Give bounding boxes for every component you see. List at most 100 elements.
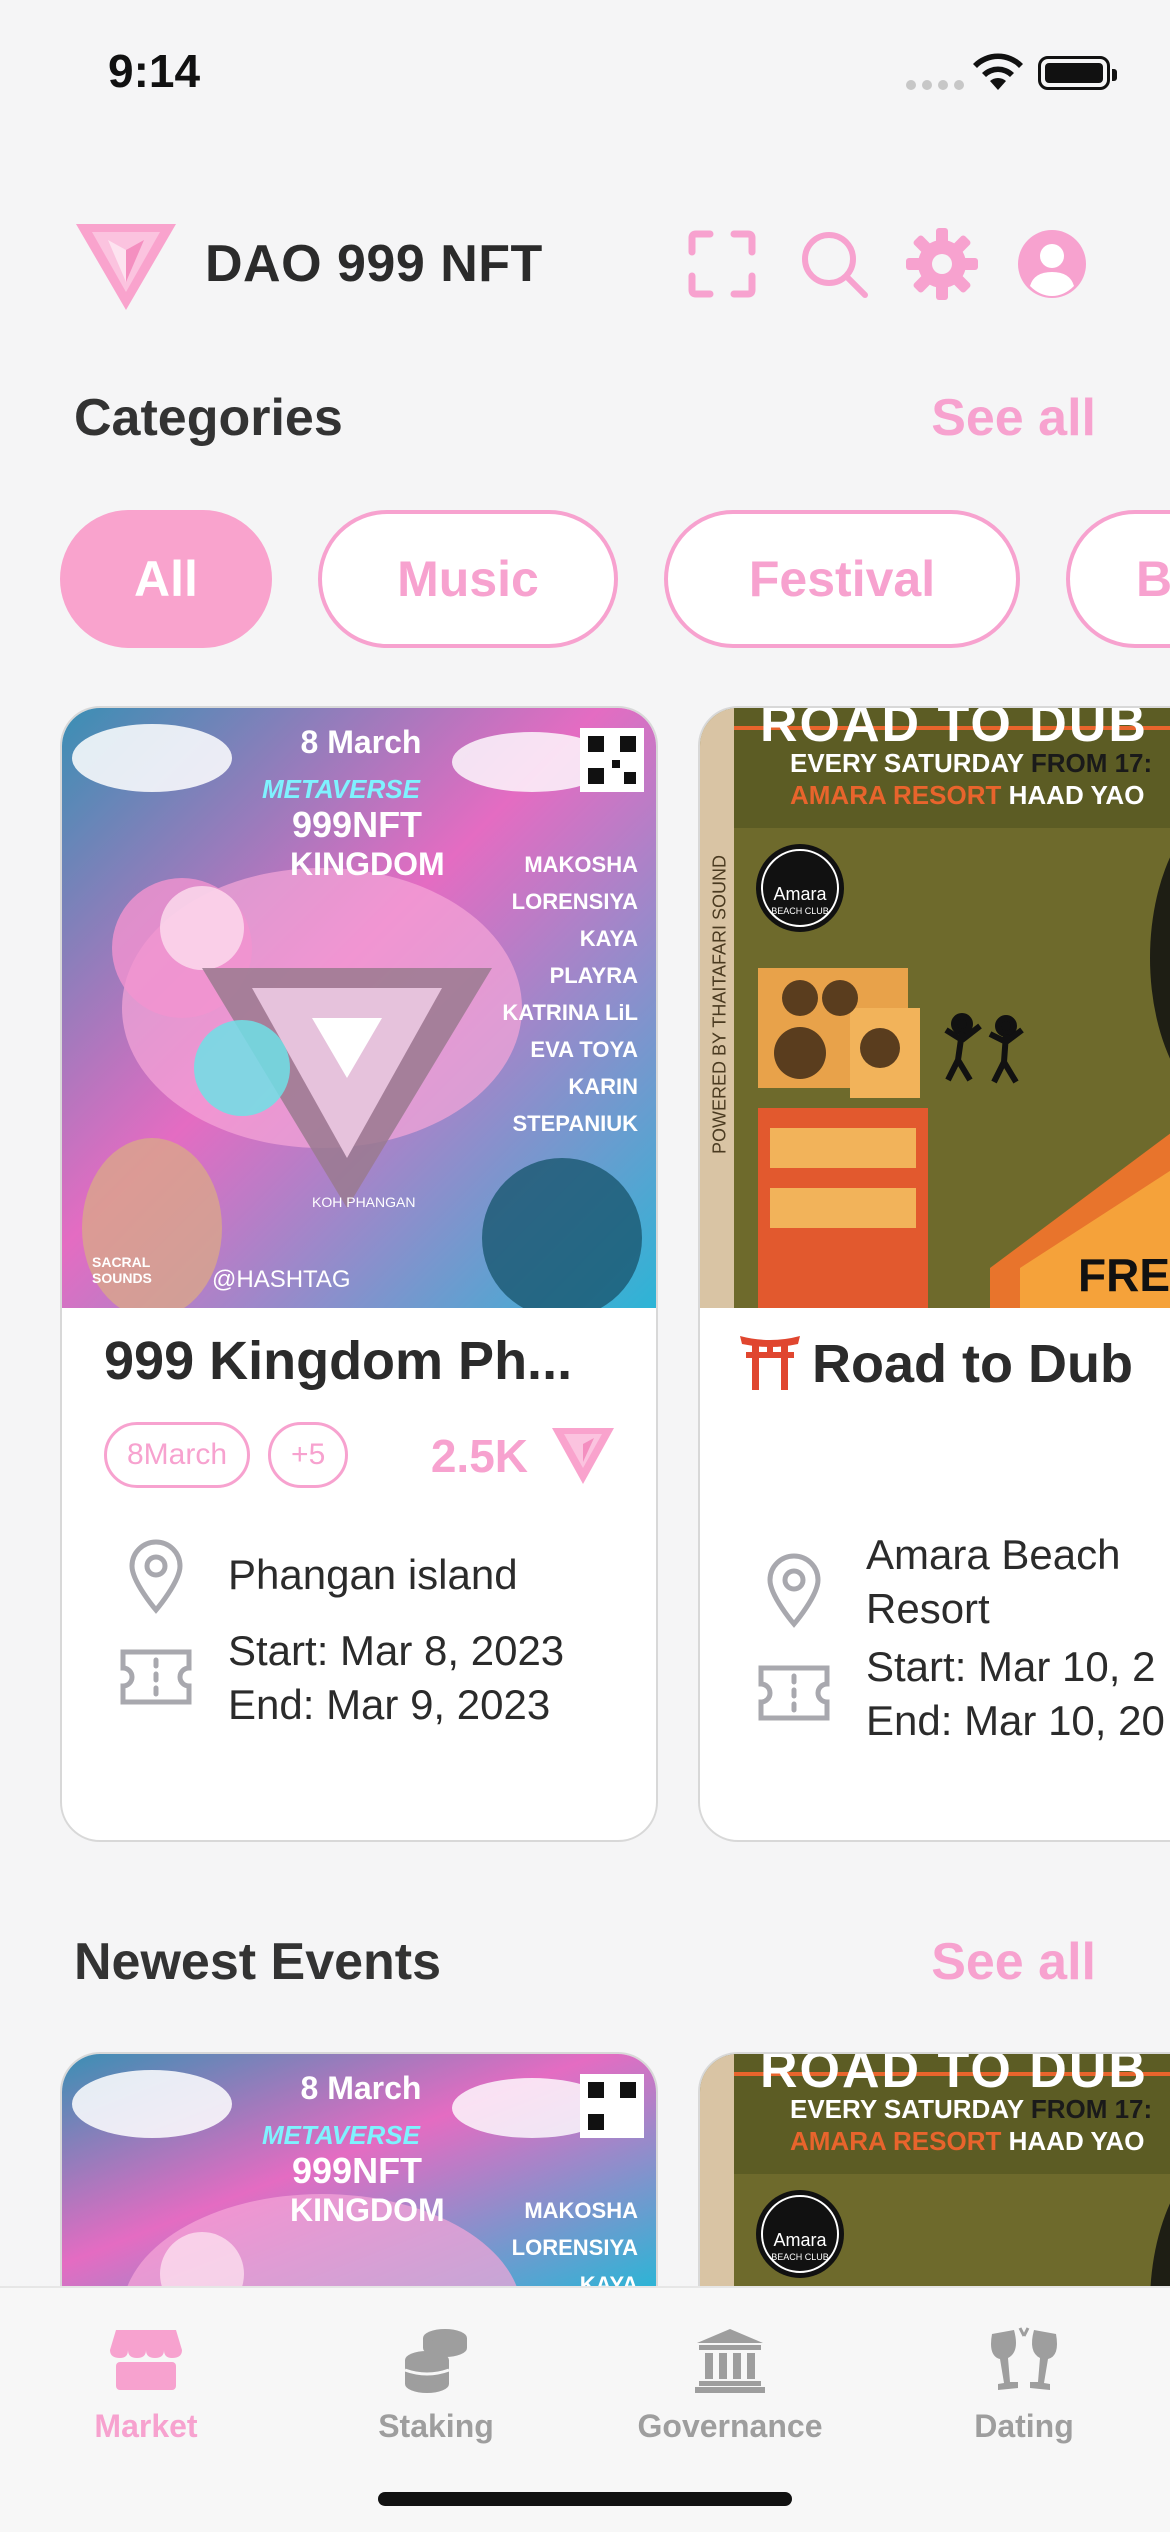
poster-artist-list: MAKOSHA LORENSIYA KAYA <box>512 2192 638 2286</box>
location-pin-icon <box>129 1539 183 1614</box>
poster-line3: KINGDOM <box>290 2192 445 2228</box>
app-header: DAO 999 NFT <box>0 200 1170 330</box>
poster-badge: Amara <box>773 884 827 904</box>
event-card[interactable]: 8 March METAVERSE 999NFT KINGDOM MAKOSHA… <box>60 2052 658 2286</box>
event-location-row: Phangan island <box>112 1538 518 1614</box>
poster-artist: MAKOSHA <box>524 2198 638 2223</box>
app-title: DAO 999 NFT <box>205 235 543 293</box>
poster-badge: Amara <box>773 2230 827 2250</box>
poster-line2: 999NFT <box>292 2150 423 2191</box>
event-poster-image: ROAD TO DUB EVERY SATURDAY FROM 17: AMAR… <box>700 2054 1170 2286</box>
dao-token-icon <box>552 1428 614 1484</box>
tab-dating-label: Dating <box>974 2408 1074 2444</box>
profile-button[interactable] <box>1012 224 1092 304</box>
chip-all[interactable]: All <box>60 510 272 648</box>
poster-line2b: HAAD YAO <box>1008 2126 1145 2156</box>
event-dates-row: Start: Mar 8, 2023 End: Mar 9, 2023 <box>112 1624 564 1732</box>
event-title-text: Road to Dub <box>812 1334 1133 1394</box>
status-bar: 9:14 <box>0 0 1170 150</box>
event-end: End: Mar 9, 2023 <box>228 1681 551 1728</box>
tab-staking-label: Staking <box>378 2408 494 2444</box>
tab-governance-label: Governance <box>637 2408 823 2444</box>
tab-governance[interactable]: Governance <box>610 2320 850 2445</box>
poster-corner-text: FRE <box>1078 1249 1170 1301</box>
event-tag[interactable]: 8March <box>104 1422 251 1488</box>
poster-line1b: FROM 17: <box>1030 748 1153 778</box>
poster-artist: KATRINA LiL <box>502 1000 638 1025</box>
chip-partial[interactable]: B <box>1066 510 1170 648</box>
event-poster-image: 8 March METAVERSE 999NFT KINGDOM MAKOSHA… <box>62 2054 656 2286</box>
event-poster-image: ROAD TO DUB EVERY SATURDAY FROM 17: AMAR… <box>700 708 1170 1308</box>
poster-footer-left: SACRAL SOUNDS <box>92 1254 152 1286</box>
chip-music[interactable]: Music <box>318 510 618 648</box>
event-card[interactable]: ROAD TO DUB EVERY SATURDAY FROM 17: AMAR… <box>698 706 1170 1842</box>
coins-stack-icon <box>404 2329 467 2393</box>
event-end: End: Mar 10, 20 <box>866 1697 1165 1744</box>
event-price-value: 2.5K <box>430 1430 528 1482</box>
event-start: Start: Mar 8, 2023 <box>228 1627 565 1674</box>
poster-line1: METAVERSE <box>262 774 420 804</box>
poster-side-text: POWERED BY THAITAFARI SOUND <box>709 854 730 1155</box>
category-chips: All Music Festival B <box>60 510 1170 648</box>
cellular-signal-icon <box>906 80 964 90</box>
settings-button[interactable] <box>902 224 982 304</box>
search-icon <box>802 232 868 298</box>
user-icon <box>1018 230 1086 298</box>
ticket-icon <box>120 1649 192 1705</box>
newest-events-title: Newest Events <box>74 1933 442 1991</box>
event-location-row: Amara Beach Resort <box>750 1528 1120 1636</box>
poster-badge-sub: BEACH CLUB <box>771 2252 829 2262</box>
event-price: 2.5K <box>431 1426 616 1486</box>
poster-date: 8 March <box>300 724 422 760</box>
event-card-body: 999 Kingdom Ph... 8March +5 2.5K Phangan… <box>62 1308 656 1840</box>
event-card-body: Road to Dub 1 Amara Beach Resort Start: … <box>700 1308 1170 1840</box>
event-tags: 8March +5 <box>104 1422 349 1488</box>
poster-venue: KOH PHANGAN <box>312 1194 416 1210</box>
poster-artist: KAYA <box>579 2272 638 2286</box>
tab-dating[interactable]: Dating <box>904 2320 1144 2445</box>
scan-icon <box>688 230 756 298</box>
poster-footer-mid: @HASHTAG <box>212 1266 351 1293</box>
scan-button[interactable] <box>682 224 762 304</box>
chip-festival[interactable]: Festival <box>664 510 1020 648</box>
poster-artist: LORENSIYA <box>511 2235 638 2260</box>
event-title: Road to Dub <box>738 1330 1133 1395</box>
poster-line2: 999NFT <box>292 804 423 845</box>
poster-artist: LORENSIYA <box>511 889 638 914</box>
event-poster-image: 8 March METAVERSE 999NFT KINGDOM MAKOSHA… <box>62 708 656 1308</box>
poster-line1a: EVERY SATURDAY <box>790 748 1024 778</box>
store-icon <box>110 2330 182 2390</box>
poster-line1: EVERY SATURDAY FROM 17: <box>790 748 1152 779</box>
event-card[interactable]: ROAD TO DUB EVERY SATURDAY FROM 17: AMAR… <box>698 2052 1170 2286</box>
poster-line1a: EVERY SATURDAY <box>790 2094 1024 2124</box>
poster-line2: AMARA RESORT HAAD YAO <box>790 2126 1144 2157</box>
poster-line2: AMARA RESORT HAAD YAO <box>790 780 1144 811</box>
poster-line1b: FROM 17: <box>1030 2094 1153 2124</box>
event-start: Start: Mar 10, 2 <box>866 1643 1156 1690</box>
status-time: 9:14 <box>108 45 201 97</box>
event-location-line2: Resort <box>866 1585 990 1632</box>
event-location: Phangan island <box>228 1551 518 1598</box>
tab-market[interactable]: Market <box>26 2320 266 2445</box>
newest-events-see-all-link[interactable]: See all <box>931 1932 1096 1992</box>
shrine-gate-icon <box>740 1336 800 1390</box>
poster-date: 8 March <box>300 2070 422 2106</box>
event-dates-row: Start: Mar 10, 2 End: Mar 10, 20 <box>750 1640 1165 1748</box>
categories-title: Categories <box>74 389 343 447</box>
bank-building-icon <box>695 2329 765 2393</box>
poster-artist: KAYA <box>579 926 638 951</box>
tab-market-label: Market <box>94 2408 198 2444</box>
home-indicator[interactable] <box>378 2492 792 2506</box>
categories-see-all-link[interactable]: See all <box>931 388 1096 448</box>
battery-icon <box>1038 56 1117 90</box>
search-button[interactable] <box>794 224 874 304</box>
poster-artist: EVA TOYA <box>530 1037 638 1062</box>
poster-badge-sub: BEACH CLUB <box>771 906 829 916</box>
poster-line2a: AMARA RESORT <box>790 2126 1002 2156</box>
newest-events-header: Newest Events See all <box>74 1924 1096 1994</box>
event-title: 999 Kingdom Ph... <box>104 1331 573 1391</box>
event-tag-more[interactable]: +5 <box>268 1422 349 1488</box>
event-card[interactable]: 8 March METAVERSE 999NFT KINGDOM MAKOSHA… <box>60 706 658 1842</box>
tab-staking[interactable]: Staking <box>316 2320 556 2445</box>
clinking-glasses-icon <box>991 2327 1057 2390</box>
